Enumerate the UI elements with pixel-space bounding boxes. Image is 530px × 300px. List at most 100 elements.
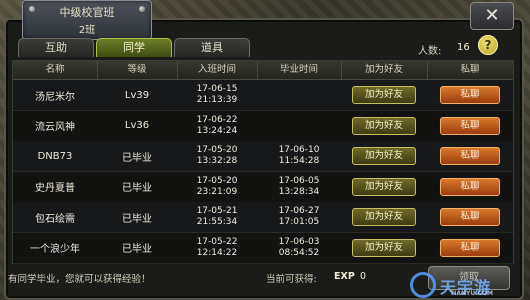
table-row: 包石绘需 已毕业 17-05-21 21:55:34 17-06-27 17:01:05 加… [13,202,513,233]
classmate-level: 已毕业 [122,152,152,164]
grad-date-text: 17-06-05 [278,175,320,186]
join-date-text: 17-06-22 [196,114,238,125]
header-private-chat: 私聊 [460,64,480,75]
private-chat-cell: 私聊 [427,111,513,141]
classmate-level: 已毕业 [122,244,152,255]
add-friend-cell: 加为好友 [341,111,427,141]
table-row: 流云风神 Lv36 17-06-22 13:24:24 加为好友 私聊 [13,111,513,142]
grad-date-text: 17-06-10 [278,145,320,155]
tab-items[interactable]: 道具 [174,38,250,57]
classmate-level: Lv36 [124,120,150,131]
classmate-name: DNB73 [37,150,73,162]
private-chat-cell: 私聊 [427,202,513,232]
classmate-name: 包石绘需 [35,213,75,225]
join-time: 17-05-21 21:55:34 [177,202,257,232]
header-join-time: 入班时间 [177,61,258,79]
join-date-text: 17-05-20 [196,175,238,186]
grad-date-text: 17-06-03 [278,236,320,247]
private-chat-button[interactable]: 私聊 [440,177,500,196]
join-clock-text: 13:32:28 [196,156,238,166]
question-icon: ? [484,38,492,52]
header-name: 名称 [13,61,98,79]
tab-classmates[interactable]: 同学 [96,38,172,57]
private-chat-cell: 私聊 [427,233,513,263]
classmate-name: 史丹夏普 [35,183,75,194]
close-button[interactable]: ✕ [470,2,514,30]
add-friend-button[interactable]: 加为好友 [352,116,416,135]
header-add-friend: 加为好友 [341,61,428,79]
watermark-sub: TIANYU.COM [450,290,493,297]
exp-label: 当前可获得: [266,274,317,285]
graduation-time [257,80,341,110]
grad-date-text: 17-06-27 [278,206,320,216]
table-row: 汤尼米尔 Lv39 17-06-15 21:13:39 加为好友 私聊 [13,80,513,111]
join-clock-text: 12:14:22 [196,247,238,258]
member-count-label: 人数: [418,46,442,57]
private-chat-button[interactable]: 私聊 [440,116,500,135]
table-header: 名称 等级 入班时间 毕业时间 加为好友 私聊 [13,61,513,80]
header-level: 等级 [97,61,178,79]
graduation-time: 17-06-10 11:54:28 [257,141,341,171]
join-time: 17-06-22 13:24:24 [177,111,257,141]
table-row: DNB73 已毕业 17-05-20 13:32:28 17-06-10 11:54:28… [13,141,513,172]
add-friend-cell: 加为好友 [341,141,427,171]
join-time: 17-06-15 21:13:39 [177,80,257,110]
add-friend-button[interactable]: 加为好友 [352,147,416,165]
join-clock-text: 23:21:09 [196,186,238,197]
private-chat-button[interactable]: 私聊 [440,238,500,257]
join-date-text: 17-05-20 [196,145,238,155]
add-friend-cell: 加为好友 [341,172,427,202]
join-clock-text: 21:55:34 [196,217,238,227]
classmate-level: 已毕业 [122,213,152,225]
join-time: 17-05-22 12:14:22 [177,233,257,263]
add-friend-button[interactable]: 加为好友 [352,86,416,104]
header-grad-time: 毕业时间 [257,61,342,79]
dialog-subtitle: 2班 [78,25,96,36]
classmate-level: Lv39 [124,89,150,101]
add-friend-cell: 加为好友 [341,233,427,263]
graduation-tip: 有同学毕业，您就可以获得经验！ [8,274,151,285]
private-chat-cell: 私聊 [427,172,513,202]
grad-clock-text: 17:01:05 [278,217,320,227]
title-plate: 中级校官班 2班 [22,0,152,40]
exp-value: 0 [360,271,367,282]
classmate-name: 汤尼米尔 [35,91,75,103]
private-chat-button[interactable]: 私聊 [440,208,500,226]
add-friend-button[interactable]: 加为好友 [352,238,416,257]
join-clock-text: 21:13:39 [196,95,238,105]
join-date-text: 17-05-21 [196,206,238,216]
add-friend-button[interactable]: 加为好友 [352,177,416,196]
join-date-text: 17-05-22 [196,236,238,247]
classmate-level: 已毕业 [122,183,152,194]
exp-key: EXP [334,271,355,282]
add-friend-button[interactable]: 加为好友 [352,208,416,226]
graduation-time: 17-06-05 13:28:34 [257,172,341,202]
grad-clock-text: 11:54:28 [278,156,320,166]
rivet-icon [139,6,145,12]
graduation-time [257,111,341,141]
join-date-text: 17-06-15 [196,84,238,94]
private-chat-cell: 私聊 [427,80,513,110]
private-chat-cell: 私聊 [427,141,513,171]
add-friend-cell: 加为好友 [341,202,427,232]
classmate-name: 一个浪少年 [30,244,80,255]
help-button[interactable]: ? [478,35,498,55]
join-time: 17-05-20 13:32:28 [177,141,257,171]
table-row: 一个浪少年 已毕业 17-05-22 12:14:22 17-06-03 08:54:52… [13,233,513,264]
graduation-time: 17-06-27 17:01:05 [257,202,341,232]
add-friend-cell: 加为好友 [341,80,427,110]
join-clock-text: 13:24:24 [196,125,238,136]
join-time: 17-05-20 23:21:09 [177,172,257,202]
rivet-icon [29,6,35,12]
classmate-name: 流云风神 [35,122,75,133]
tab-mutual-help[interactable]: 互助 [18,38,94,57]
grad-clock-text: 08:54:52 [278,247,320,258]
dialog-title: 中级校官班 [59,6,115,19]
private-chat-button[interactable]: 私聊 [440,86,500,104]
graduation-time: 17-06-03 08:54:52 [257,233,341,263]
watermark: 天宇游 TIANYU.COM [410,270,528,300]
private-chat-button[interactable]: 私聊 [440,147,500,165]
classmates-table: 名称 等级 入班时间 毕业时间 加为好友 私聊 汤尼米尔 Lv39 17-06-15… [12,60,514,264]
grad-clock-text: 13:28:34 [278,186,320,197]
close-icon: ✕ [484,5,500,26]
